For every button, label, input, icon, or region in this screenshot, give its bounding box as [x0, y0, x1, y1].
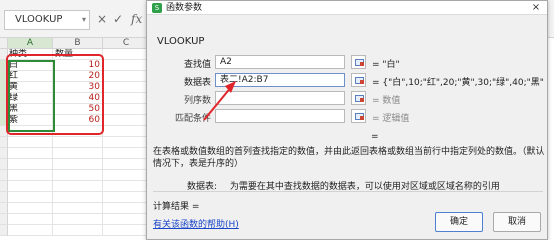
app-icon: S	[152, 3, 162, 13]
table-cell[interactable]	[8, 192, 53, 203]
divider	[153, 191, 543, 192]
table-cell[interactable]	[103, 148, 150, 159]
dialog-title: 函数参数	[166, 3, 203, 13]
function-description: 在表格或数值数组的首列查找指定的数值，并由此返回表格或数组当前行中指定列处的数值…	[153, 147, 545, 169]
table-cell[interactable]	[53, 170, 103, 181]
row-header[interactable]	[0, 181, 8, 192]
column-header-a[interactable]: A	[8, 38, 53, 49]
arg-input-lookup-value[interactable]: A2	[215, 55, 345, 69]
table-cell[interactable]	[103, 159, 150, 170]
arg-result-lookup-value: = "白"	[372, 60, 400, 70]
function-icon[interactable]: fx	[131, 12, 142, 26]
arg-label-table-array: 数据表	[183, 78, 211, 88]
table-cell[interactable]	[53, 203, 103, 214]
check-icon[interactable]: ✓	[113, 12, 123, 26]
range-picker-icon[interactable]	[351, 73, 366, 87]
arg-input-range-lookup[interactable]	[215, 109, 345, 123]
table-cell[interactable]	[103, 214, 150, 225]
table-cell[interactable]	[53, 192, 103, 203]
arg-result-table-array: = {"白",10;"红",20;"黄",30;"绿",40;"黑",50;".…	[372, 78, 544, 88]
row-header[interactable]	[0, 214, 8, 225]
column-header-c[interactable]: C	[103, 38, 150, 49]
table-cell[interactable]	[8, 148, 53, 159]
table-cell[interactable]	[103, 203, 150, 214]
cancel-icon[interactable]: ×	[97, 12, 107, 26]
table-cell[interactable]	[53, 148, 103, 159]
arg-input-table-array[interactable]: 表二!A2:B7	[215, 73, 345, 87]
arg-label-range-lookup: 匹配条件	[174, 114, 211, 124]
table-cell[interactable]	[103, 181, 150, 192]
table-cell[interactable]	[53, 181, 103, 192]
arg-result-range-lookup: = 逻辑值	[372, 114, 410, 124]
dialog-titlebar[interactable]: S 函数参数 ×	[147, 1, 547, 15]
range-picker-icon[interactable]	[351, 91, 366, 105]
table-cell[interactable]	[103, 170, 150, 181]
table-cell[interactable]	[53, 214, 103, 225]
name-box-value: VLOOKUP	[15, 14, 63, 25]
table-cell[interactable]	[8, 159, 53, 170]
table-cell[interactable]	[53, 137, 103, 148]
range-picker-icon[interactable]	[351, 55, 366, 69]
cancel-button[interactable]: 取消	[493, 212, 541, 232]
arg-result-col-index: = 数值	[372, 96, 401, 106]
arg-label-col-index: 列序数	[183, 96, 211, 106]
range-picker-icon[interactable]	[351, 109, 366, 123]
table-cell[interactable]	[103, 192, 150, 203]
annotation-red-box	[6, 54, 104, 135]
row-header[interactable]	[0, 203, 8, 214]
table-cell[interactable]	[103, 137, 150, 148]
row-header[interactable]	[0, 225, 8, 236]
table-cell[interactable]	[53, 225, 103, 236]
table-cell[interactable]	[8, 137, 53, 148]
function-result-preview: =	[371, 132, 379, 142]
close-icon[interactable]: ×	[531, 3, 541, 13]
chevron-down-icon[interactable]: ▾	[82, 11, 86, 29]
table-cell[interactable]	[103, 225, 150, 236]
table-cell[interactable]	[103, 126, 150, 137]
name-box[interactable]: VLOOKUP ▾	[4, 10, 90, 30]
row-header[interactable]	[0, 137, 8, 148]
select-all-corner[interactable]	[0, 38, 8, 49]
arg-label-lookup-value: 查找值	[183, 60, 211, 70]
ok-button[interactable]: 确定	[435, 212, 483, 232]
help-link[interactable]: 有关该函数的帮助(H)	[153, 217, 239, 230]
table-cell[interactable]	[8, 214, 53, 225]
calculation-result: 计算结果 =	[153, 202, 200, 212]
table-cell[interactable]	[53, 159, 103, 170]
function-name: VLOOKUP	[157, 36, 205, 47]
table-cell[interactable]	[8, 181, 53, 192]
table-cell[interactable]	[8, 225, 53, 236]
row-header[interactable]	[0, 170, 8, 181]
table-cell[interactable]	[8, 203, 53, 214]
column-header-b[interactable]: B	[53, 38, 103, 49]
row-header[interactable]	[0, 148, 8, 159]
row-header[interactable]	[0, 159, 8, 170]
arg-input-col-index[interactable]	[215, 91, 345, 105]
function-arguments-dialog: S 函数参数 × VLOOKUP 查找值 A2 = "白" 数据表 表二!A2:…	[146, 0, 548, 240]
table-cell[interactable]	[8, 170, 53, 181]
row-header[interactable]	[0, 192, 8, 203]
